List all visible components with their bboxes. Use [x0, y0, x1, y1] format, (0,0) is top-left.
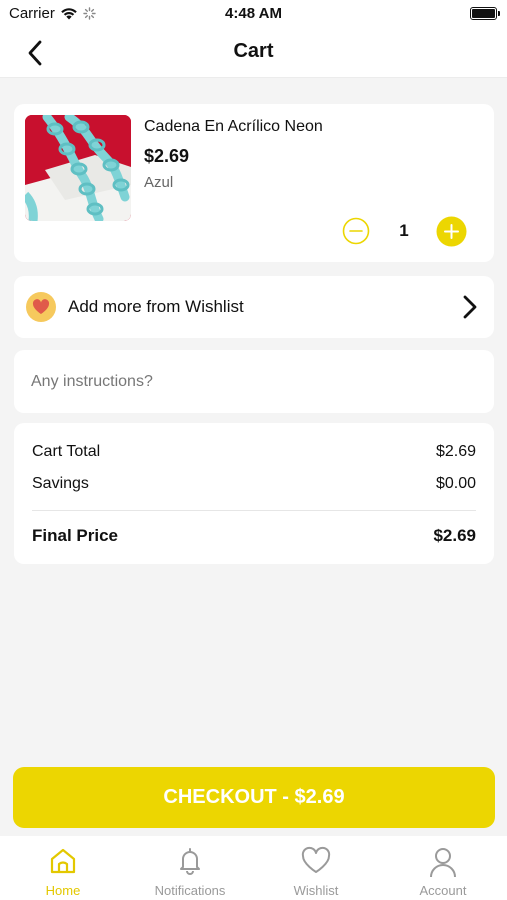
instructions-input[interactable] — [31, 366, 471, 398]
wishlist-label: Add more from Wishlist — [68, 297, 244, 316]
tab-notifications-label: Notifications — [154, 883, 226, 898]
status-bar: Carrier 4:48 AM — [0, 0, 507, 28]
cart-total-value: $2.69 — [435, 443, 476, 460]
status-time: 4:48 AM — [225, 5, 282, 22]
increase-quantity-button[interactable] — [436, 216, 467, 247]
tab-wishlist-label: Wishlist — [293, 883, 339, 898]
tab-bar: Home Notifications Wishlist Account — [0, 836, 507, 900]
minus-circle-icon — [342, 217, 370, 245]
home-icon — [50, 848, 76, 874]
chevron-right-icon — [463, 295, 477, 319]
product-image[interactable] — [25, 115, 131, 221]
final-price-value: $2.69 — [433, 526, 476, 545]
final-price-label: Final Price — [32, 526, 118, 545]
plus-circle-icon — [436, 216, 467, 247]
cart-total-row: Cart Total $2.69 — [32, 443, 476, 461]
savings-label: Savings — [32, 475, 89, 492]
bell-icon — [180, 848, 200, 875]
tab-home-label: Home — [45, 883, 81, 898]
quantity-value: 1 — [399, 221, 409, 240]
savings-value: $0.00 — [435, 475, 476, 492]
product-name[interactable]: Cadena En Acrílico Neon — [144, 118, 323, 136]
price-summary: Cart Total $2.69 Savings $0.00 Final Pri… — [14, 423, 494, 564]
battery-icon — [470, 7, 500, 20]
page-title: Cart — [233, 40, 274, 62]
final-price-row: Final Price $2.69 — [32, 526, 476, 546]
tab-wishlist[interactable]: Wishlist — [253, 836, 379, 900]
user-icon — [430, 848, 456, 878]
cart-total-label: Cart Total — [32, 443, 101, 460]
product-price: $2.69 — [144, 146, 190, 166]
checkout-button[interactable]: CHECKOUT - $2.69 — [13, 767, 495, 828]
tab-home[interactable]: Home — [0, 836, 126, 900]
product-variant: Azul — [144, 174, 174, 191]
add-from-wishlist-row[interactable]: Add more from Wishlist — [14, 276, 494, 338]
wishlist-heart-icon — [26, 292, 56, 322]
decrease-quantity-button[interactable] — [342, 217, 370, 245]
nav-bar: Cart — [0, 28, 507, 78]
tab-notifications[interactable]: Notifications — [127, 836, 253, 900]
savings-row: Savings $0.00 — [32, 475, 476, 493]
tab-account-label: Account — [419, 883, 467, 898]
heart-icon — [301, 846, 331, 873]
tab-account[interactable]: Account — [380, 836, 506, 900]
cart-item-card: Cadena En Acrílico Neon $2.69 Azul 1 — [14, 104, 494, 262]
instructions-card — [14, 350, 494, 413]
summary-divider — [32, 510, 476, 511]
